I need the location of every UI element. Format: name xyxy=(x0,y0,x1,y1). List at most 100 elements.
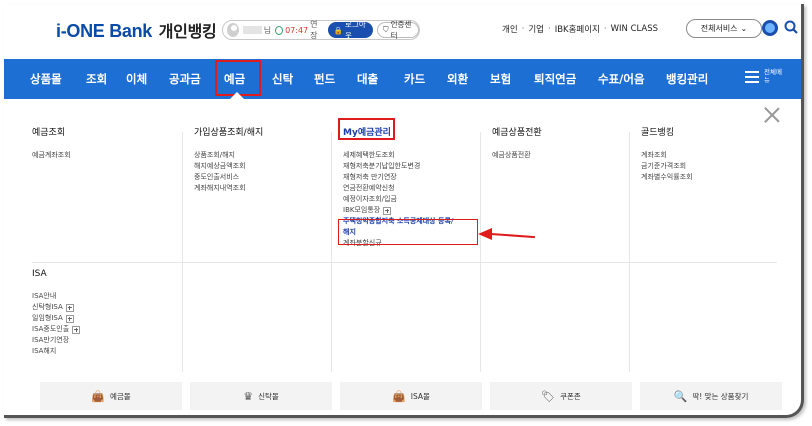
nav-item-banking-mgmt[interactable]: 뱅킹관리 xyxy=(666,59,708,99)
extend-button[interactable]: 연장 xyxy=(310,19,323,41)
logo-suffix: 개인뱅킹 xyxy=(158,24,217,41)
logo[interactable]: i-ONE Bank 개인뱅킹 xyxy=(56,18,217,42)
clock-icon xyxy=(275,25,284,35)
cert-center-button[interactable]: ⛉ 인증센터 xyxy=(376,20,419,40)
col-title[interactable]: 예금상품전환 xyxy=(492,125,542,138)
divider xyxy=(331,132,332,372)
isa-mall-button[interactable]: 👜 ISA몰 xyxy=(340,382,482,410)
menu-item[interactable]: 예금계좌조회 xyxy=(32,150,71,161)
link-ibk-home[interactable]: IBK홈페이지 xyxy=(555,23,600,35)
product-finder-button[interactable]: 🔍 딱! 맞는 상품찾기 xyxy=(640,382,782,410)
menu-item[interactable]: 재형저축 만기연장 xyxy=(343,172,453,183)
divider xyxy=(182,132,183,372)
menu-item[interactable]: 연금전환예약신청 xyxy=(343,183,453,194)
trust-mall-button[interactable]: ♛ 신탁몰 xyxy=(190,382,332,410)
plus-icon[interactable] xyxy=(65,303,74,312)
quick-label: 예금몰 xyxy=(110,391,131,401)
menu-col-product-convert: 예금상품전환 예금상품전환 xyxy=(492,125,542,161)
menu-item-with-plus[interactable]: 신탁형ISA xyxy=(32,302,80,313)
menu-item[interactable]: 예금상품전환 xyxy=(492,150,542,161)
highlight-box-my-deposit xyxy=(338,118,395,140)
menu-item[interactable]: 세제혜택한도조회 xyxy=(343,150,453,161)
all-services-select[interactable]: 전체서비스 ⌄ xyxy=(686,19,762,38)
nav-item-loan[interactable]: 대출 xyxy=(357,59,378,99)
nav-item-utility[interactable]: 공과금 xyxy=(169,59,201,99)
menu-item[interactable]: ISA해지 xyxy=(32,346,80,357)
menu-item-with-plus[interactable]: 일임형ISA xyxy=(32,313,80,324)
masked-user-name xyxy=(242,26,262,34)
nav-item-forex[interactable]: 외환 xyxy=(447,59,468,99)
col-title[interactable]: 골드뱅킹 xyxy=(641,125,693,138)
search-icon: 🔍 xyxy=(673,389,688,403)
page-frame: i-ONE Bank 개인뱅킹 님 07:47 연장 🔒 로그아웃 ⛉ 인증센터… xyxy=(4,4,804,418)
money-bag-icon: 👜 xyxy=(392,389,406,403)
col-title[interactable]: 예금조회 xyxy=(32,125,71,138)
divider xyxy=(629,132,630,372)
plus-icon[interactable] xyxy=(72,325,81,334)
avatar xyxy=(227,23,239,37)
menu-item-with-plus[interactable]: ISA중도인출 xyxy=(32,324,81,335)
top-header: i-ONE Bank 개인뱅킹 님 07:47 연장 🔒 로그아웃 ⛉ 인증센터… xyxy=(4,4,801,54)
menu-item-label: 일임형ISA xyxy=(32,314,63,322)
link-personal[interactable]: 개인 xyxy=(502,23,518,35)
divider xyxy=(32,262,777,263)
top-links: 개인 · 기업 · IBK홈페이지 · WIN CLASS xyxy=(502,23,658,35)
quick-label: 쿠폰존 xyxy=(560,391,581,401)
shield-icon: ⛉ xyxy=(382,25,389,34)
close-icon[interactable] xyxy=(764,107,780,123)
deposit-mall-button[interactable]: 👜 예금몰 xyxy=(40,382,182,410)
active-nav-highlight xyxy=(215,60,261,96)
menu-col-deposit-inquiry: 예금조회 예금계좌조회 xyxy=(32,125,71,161)
menu-item[interactable]: 계좌별수익률조회 xyxy=(641,172,693,183)
menu-col-isa: ISA ISA안내 신탁형ISA 일임형ISA ISA중도인출 ISA만기연장 … xyxy=(32,269,81,357)
coupon-zone-button[interactable]: 🏷 쿠폰존 xyxy=(490,382,632,410)
logo-brand: i-ONE Bank xyxy=(56,21,153,41)
menu-item[interactable]: 해지예상금액조회 xyxy=(194,161,263,172)
nav-item-transfer[interactable]: 이체 xyxy=(126,59,147,99)
nav-item-check[interactable]: 수표/어음 xyxy=(598,59,645,99)
nav-item-fund[interactable]: 펀드 xyxy=(314,59,335,99)
menu-item-label: 신탁형ISA xyxy=(32,303,63,311)
user-session-pill: 님 07:47 연장 🔒 로그아웃 ⛉ 인증센터 xyxy=(222,20,420,40)
annotation-arrow-head xyxy=(478,228,492,240)
nav-item-card[interactable]: 카드 xyxy=(404,59,425,99)
separator: · xyxy=(547,24,551,34)
link-win-class[interactable]: WIN CLASS xyxy=(611,24,658,34)
menu-item[interactable]: 계좌해지내역조회 xyxy=(194,183,263,194)
lock-icon: 🔒 xyxy=(333,25,344,35)
menu-item[interactable]: 계좌조회 xyxy=(641,150,693,161)
quick-label: 딱! 맞는 상품찾기 xyxy=(692,391,749,401)
menu-item[interactable]: 중도인출서비스 xyxy=(194,172,263,183)
menu-item[interactable]: 금기준가격조회 xyxy=(641,161,693,172)
session-time: 07:47 xyxy=(285,25,309,35)
user-suffix: 님 xyxy=(263,25,272,35)
menu-item[interactable]: 상품조회/해지 xyxy=(194,150,263,161)
main-nav: 상품몰 조회 이체 공과금 예금 신탁 펀드 대출 카드 외환 보험 퇴직연금 … xyxy=(4,59,801,99)
menu-item-label: IBK모임통장 xyxy=(343,206,381,214)
col-title[interactable]: 가입상품조회/해지 xyxy=(194,125,263,138)
menu-item[interactable]: 예정이자조회/입금 xyxy=(343,194,453,205)
plus-icon[interactable] xyxy=(65,314,74,323)
globe-icon[interactable] xyxy=(762,20,778,36)
menu-item[interactable]: 재형저축분기납입한도변경 xyxy=(343,161,453,172)
menu-icon[interactable] xyxy=(745,71,759,83)
nav-item-inquiry[interactable]: 조회 xyxy=(86,59,107,99)
menu-item-with-plus[interactable]: IBK모임통장 xyxy=(343,205,453,216)
nav-item-shop[interactable]: 상품몰 xyxy=(30,59,62,99)
menu-item-label: ISA중도인출 xyxy=(32,325,70,333)
menu-item[interactable]: ISA안내 xyxy=(32,291,80,302)
crown-icon: ♛ xyxy=(243,389,254,403)
menu-item[interactable]: ISA만기연장 xyxy=(32,335,80,346)
tag-icon: 🏷 xyxy=(541,389,556,403)
chevron-down-icon: ⌄ xyxy=(740,24,748,33)
nav-item-insurance[interactable]: 보험 xyxy=(490,59,511,99)
link-business[interactable]: 기업 xyxy=(528,23,544,35)
search-icon[interactable] xyxy=(784,20,798,34)
all-menu-label[interactable]: 전체메뉴 xyxy=(764,68,784,84)
nav-item-trust[interactable]: 신탁 xyxy=(272,59,293,99)
col-title[interactable]: ISA xyxy=(32,269,80,279)
plus-icon[interactable] xyxy=(383,206,392,215)
divider xyxy=(480,132,481,372)
logout-button[interactable]: 🔒 로그아웃 xyxy=(327,20,373,40)
nav-item-pension[interactable]: 퇴직연금 xyxy=(534,59,576,99)
